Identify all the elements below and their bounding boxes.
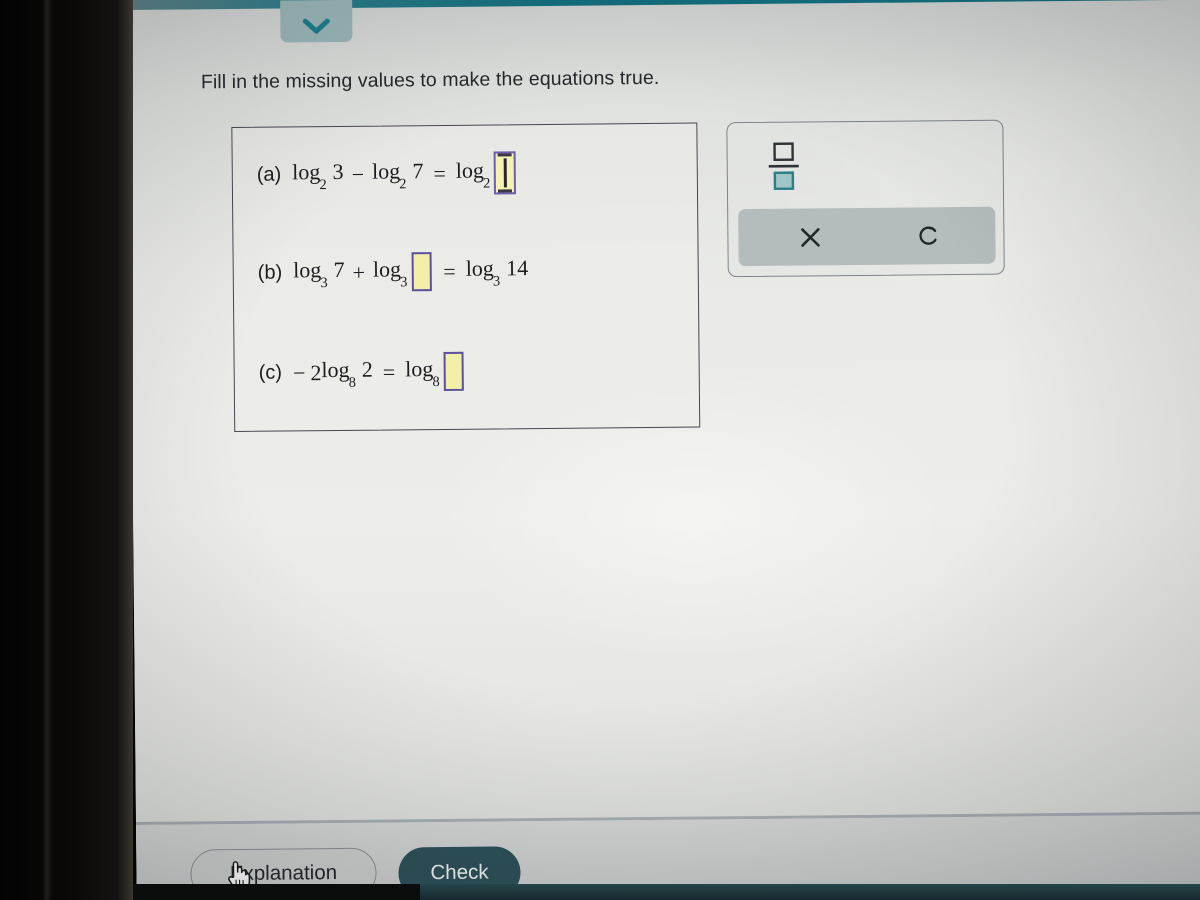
explanation-button-label: Explanation	[229, 861, 338, 886]
text-caret	[503, 158, 507, 188]
equation-a-term2: log27	[371, 158, 424, 193]
equation-c-equals: =	[382, 358, 396, 385]
undo-button[interactable]	[864, 207, 993, 265]
fraction-template-button[interactable]	[766, 141, 800, 193]
equation-c-coefficient: 2	[310, 359, 322, 385]
math-keypad-panel	[726, 119, 1005, 278]
page-body: Fill in the missing values to make the e…	[128, 0, 1200, 900]
close-x-icon	[801, 227, 820, 247]
log-argument: 2	[361, 356, 373, 383]
equation-c-term2: log8	[405, 356, 440, 390]
log-base: 8	[348, 374, 356, 391]
equation-a-operator1: −	[351, 161, 365, 187]
equation-b-equals: =	[443, 258, 456, 284]
input-grab-bar-bottom	[498, 189, 513, 193]
bezel-reflection	[42, 0, 52, 900]
check-button-label: Check	[430, 860, 489, 885]
equation-label-a: (a)	[256, 163, 282, 186]
page-title: Fill in the missing values to make the e…	[200, 66, 660, 94]
collapse-panel-button[interactable]	[280, 0, 353, 43]
keypad-action-bar	[738, 206, 996, 267]
equation-row-c: (c) − 2 log82 = log8	[258, 351, 466, 393]
log-base: 2	[399, 176, 407, 193]
equation-c-term1: log82	[321, 356, 373, 391]
equation-b-term2: log3	[372, 256, 408, 291]
log-base: 8	[432, 373, 440, 390]
fraction-icon	[768, 142, 799, 191]
clear-button[interactable]	[746, 208, 875, 266]
undo-arrow-icon	[919, 226, 937, 245]
answer-input-a[interactable]	[494, 151, 517, 195]
equation-a-term1: log23	[292, 159, 344, 193]
log-argument: 7	[412, 158, 424, 184]
equation-label-c: (c)	[258, 361, 283, 384]
monitor-bezel-left	[0, 0, 133, 900]
equation-a-equals: =	[433, 160, 446, 186]
log-argument: 3	[332, 159, 344, 185]
equation-b-term3: log314	[465, 255, 529, 290]
log-base: 2	[319, 176, 327, 193]
equation-c-sign: −	[292, 359, 306, 385]
log-base: 3	[400, 274, 408, 291]
screen-area: Fill in the missing values to make the e…	[128, 0, 1200, 900]
equation-b-term1: log37	[293, 257, 345, 291]
answer-input-b[interactable]	[411, 252, 432, 292]
log-base: 2	[482, 175, 491, 192]
equation-a-term3: log2	[455, 157, 491, 192]
log-argument: 14	[506, 255, 529, 281]
equation-label-b: (b)	[257, 261, 283, 284]
equation-b-operator1: +	[352, 259, 366, 285]
equation-row-a: (a) log23 − log27 = log2	[257, 151, 519, 197]
log-base: 3	[320, 274, 328, 291]
input-grab-bar-top	[498, 153, 513, 157]
log-argument: 7	[333, 257, 345, 283]
monitor-bottom-edge	[0, 884, 1200, 900]
equations-panel: (a) log23 − log27 = log2 (b) log37 + log…	[231, 122, 701, 433]
answer-input-c[interactable]	[443, 351, 464, 391]
photographed-monitor: Fill in the missing values to make the e…	[0, 0, 1200, 900]
equation-row-b: (b) log37 + log3 = log314	[258, 251, 529, 293]
log-base: 3	[492, 273, 501, 290]
chevron-down-icon	[302, 18, 330, 34]
